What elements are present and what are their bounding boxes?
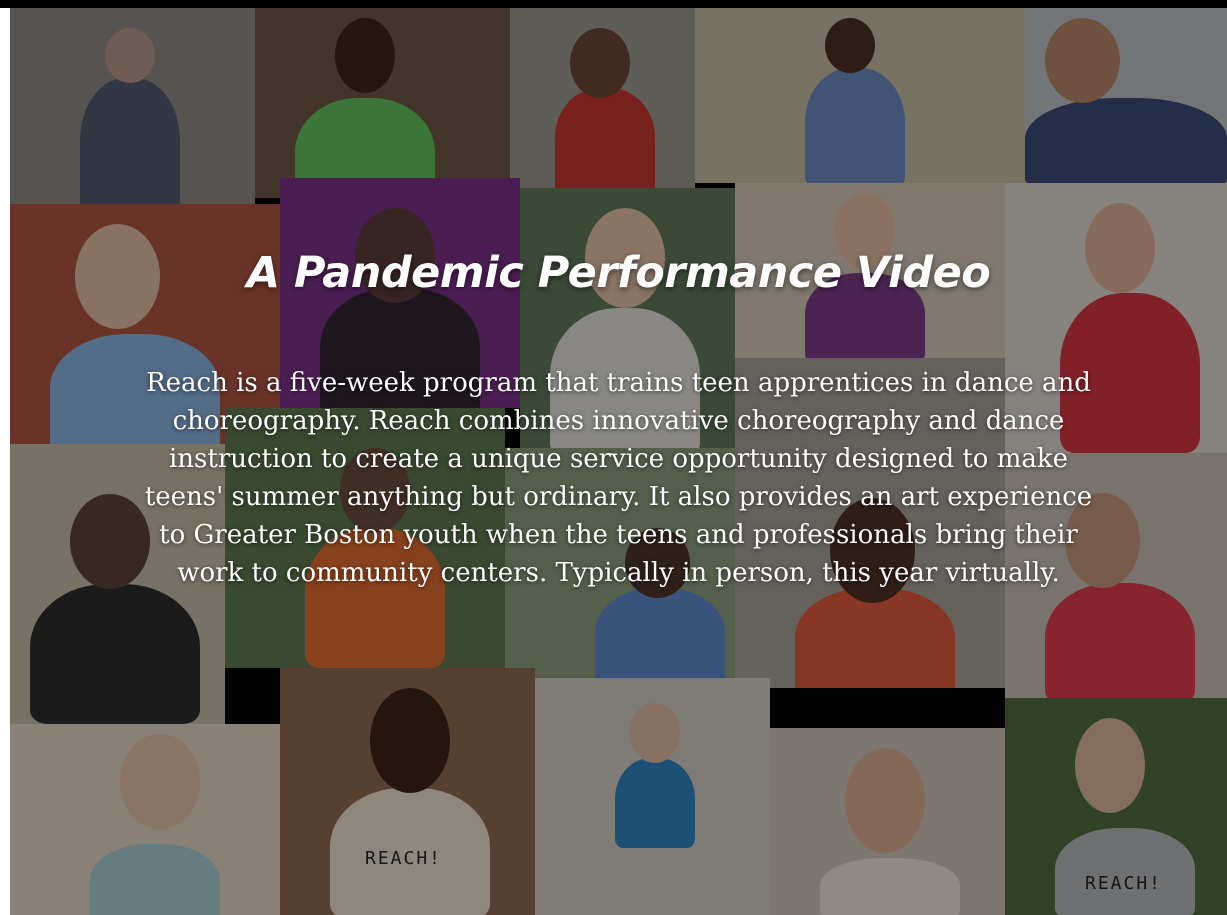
video-description: Reach is a five-week program that trains…: [50, 364, 1187, 592]
description-line: choreography. Reach combines innovative …: [172, 406, 1065, 436]
description-line: instruction to create a unique service o…: [168, 444, 1069, 474]
description-line: to Greater Boston youth when the teens a…: [159, 520, 1078, 550]
description-line: work to community centers. Typically in …: [177, 558, 1060, 588]
top-border: [0, 0, 1227, 8]
video-thumbnail[interactable]: REACH! REACH! A Pandemic Performance Vid…: [10, 8, 1227, 915]
video-title: A Pandemic Performance Video: [246, 248, 991, 298]
description-line: Reach is a five-week program that trains…: [146, 368, 1091, 398]
left-margin: [0, 0, 10, 915]
description-line: teens' summer anything but ordinary. It …: [144, 482, 1093, 512]
